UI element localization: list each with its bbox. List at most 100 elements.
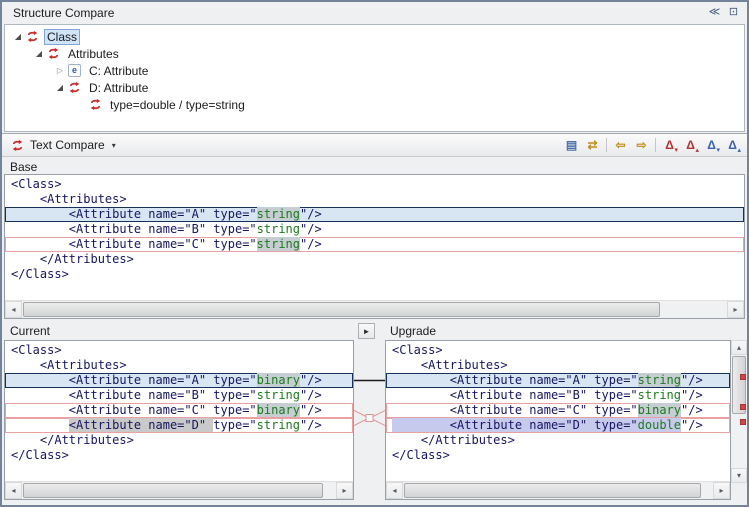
text-compare-header: Text Compare ▾ ▤⇄⇦⇨Δ▾Δ▴Δ▾Δ▴ — [2, 133, 747, 157]
scroll-up-button[interactable]: ▴ — [731, 340, 747, 355]
scrollbar-thumb[interactable] — [23, 483, 323, 498]
next-change-icon[interactable]: Δ▾ — [701, 136, 722, 155]
scroll-right-icon: ▸ — [342, 486, 346, 495]
scrollbar-track[interactable] — [22, 482, 336, 499]
ancestor-pane-toggle-icon[interactable]: ▤ — [561, 136, 582, 155]
scroll-right-button[interactable]: ▸ — [713, 482, 730, 499]
scroll-left-button[interactable]: ◂ — [5, 301, 22, 318]
vertical-scrollbar[interactable]: ▴ ▾ — [731, 340, 747, 483]
previous-change-icon[interactable]: Δ▴ — [722, 136, 743, 155]
code-line[interactable]: <Attribute name="A" type="binary"/> — [5, 373, 353, 388]
code-line[interactable]: <Attributes> — [5, 358, 353, 373]
tree-item-attributes[interactable]: ◢Attributes — [5, 45, 744, 62]
diff-connector-graphic — [354, 340, 385, 481]
code-line[interactable]: </Class> — [386, 448, 730, 463]
scrollbar-track[interactable] — [403, 482, 713, 499]
expander-collapsed-icon[interactable]: ▷ — [53, 66, 67, 75]
code-line[interactable]: </Attributes> — [5, 252, 744, 267]
code-line[interactable]: </Attributes> — [386, 433, 730, 448]
scroll-left-button[interactable]: ◂ — [5, 482, 22, 499]
structure-compare-actions: ≪ ⊡ — [706, 3, 742, 20]
code-line[interactable]: <Class> — [5, 343, 353, 358]
scroll-right-icon: ▸ — [719, 486, 723, 495]
scroll-down-icon: ▾ — [737, 471, 741, 480]
compare-window: Structure Compare ≪ ⊡ ◢Class◢Attributes▷… — [0, 0, 749, 507]
toolbar-separator — [606, 138, 607, 152]
tree-item-d-attribute[interactable]: ◢ D: Attribute — [5, 79, 744, 96]
upgrade-horizontal-scrollbar[interactable]: ◂ ▸ — [386, 481, 730, 499]
scrollbar-thumb[interactable] — [404, 483, 701, 498]
current-horizontal-scrollbar[interactable]: ◂ ▸ — [5, 481, 353, 499]
base-pane-label: Base — [10, 160, 37, 174]
scroll-left-button[interactable]: ◂ — [386, 482, 403, 499]
code-line[interactable]: <Attributes> — [5, 192, 744, 207]
merge-direction-button[interactable]: ► — [358, 323, 375, 339]
expander-expanded-icon[interactable]: ◢ — [53, 83, 67, 92]
code-line[interactable]: <Class> — [5, 177, 744, 192]
scroll-down-button[interactable]: ▾ — [731, 468, 747, 483]
code-line[interactable]: </Class> — [5, 267, 744, 282]
current-pane: <Class> <Attributes> <Attribute name="A"… — [4, 340, 354, 500]
previous-difference-icon[interactable]: Δ▴ — [680, 136, 701, 155]
current-code-area[interactable]: <Class> <Attributes> <Attribute name="A"… — [5, 341, 353, 482]
text-compare-toolbar: ▤⇄⇦⇨Δ▾Δ▴Δ▾Δ▴ — [561, 136, 743, 155]
scroll-left-icon: ◂ — [392, 486, 396, 495]
dropdown-arrow-icon[interactable]: ▾ — [112, 141, 116, 150]
tree-item-label: C: Attribute — [86, 63, 151, 79]
code-line[interactable]: <Attribute name="A" type="string"/> — [5, 207, 744, 222]
diff-red-icon — [10, 139, 25, 152]
base-pane: <Class> <Attributes> <Attribute name="A"… — [4, 174, 745, 319]
restore-panel-button[interactable]: ⊡ — [725, 3, 742, 20]
scroll-left-icon: ◂ — [11, 305, 15, 314]
base-code-area[interactable]: <Class> <Attributes> <Attribute name="A"… — [5, 175, 744, 301]
scroll-right-button[interactable]: ▸ — [336, 482, 353, 499]
overview-diff-mark[interactable] — [740, 419, 746, 425]
tree-item-label: D: Attribute — [86, 80, 151, 96]
base-horizontal-scrollbar[interactable]: ◂ ▸ — [5, 300, 744, 318]
collapse-panel-button[interactable]: ≪ — [706, 3, 723, 20]
upgrade-code-area[interactable]: <Class> <Attributes> <Attribute name="A"… — [386, 341, 730, 482]
scrollbar-track[interactable] — [22, 301, 727, 318]
copy-change-left-icon[interactable]: ⇦ — [610, 136, 631, 155]
scroll-right-button[interactable]: ▸ — [727, 301, 744, 318]
code-line[interactable]: <Attributes> — [386, 358, 730, 373]
code-line[interactable]: <Attribute name="B" type="string"/> — [386, 388, 730, 403]
e-badge-icon: e — [67, 64, 82, 77]
copy-change-right-icon[interactable]: ⇨ — [631, 136, 652, 155]
scrollbar-track[interactable] — [731, 355, 747, 468]
code-line[interactable]: <Attribute name="D" type="string"/> — [5, 418, 353, 433]
code-line[interactable]: <Attribute name="B" type="string"/> — [5, 388, 353, 403]
code-line[interactable]: <Attribute name="C" type="binary"/> — [5, 403, 353, 418]
tree-item-type-double-type-string[interactable]: type=double / type=string — [5, 96, 744, 113]
scroll-up-icon: ▴ — [737, 343, 741, 352]
next-difference-icon[interactable]: Δ▾ — [659, 136, 680, 155]
diff-red-icon — [67, 81, 82, 94]
code-line[interactable]: <Attribute name="C" type="string"/> — [5, 237, 744, 252]
text-compare-menu[interactable]: Text Compare ▾ — [10, 138, 116, 152]
structure-compare-tree[interactable]: ◢Class◢Attributes ▷e C: Attribute ◢ D: Attri… — [4, 24, 745, 132]
expander-expanded-icon[interactable]: ◢ — [32, 49, 46, 58]
scroll-left-icon: ◂ — [11, 486, 15, 495]
code-line[interactable]: <Class> — [386, 343, 730, 358]
scroll-right-icon: ▸ — [733, 305, 737, 314]
upgrade-vertical-scrollbar[interactable]: ▴ ▾ — [731, 340, 747, 500]
code-line[interactable]: </Attributes> — [5, 433, 353, 448]
overview-diff-mark[interactable] — [740, 404, 746, 410]
code-line[interactable]: <Attribute name="B" type="string"/> — [5, 222, 744, 237]
text-compare-title: Text Compare — [30, 138, 105, 152]
copy-all-changes-icon[interactable]: ⇄ — [582, 136, 603, 155]
code-line[interactable]: </Class> — [5, 448, 353, 463]
tree-item-c-attribute[interactable]: ▷e C: Attribute — [5, 62, 744, 79]
code-line[interactable]: <Attribute name="A" type="string"/> — [386, 373, 730, 388]
code-line[interactable]: <Attribute name="C" type="binary"/> — [386, 403, 730, 418]
tree-item-class[interactable]: ◢Class — [5, 28, 744, 45]
tree-item-label: type=double / type=string — [107, 97, 248, 113]
overview-diff-mark[interactable] — [740, 374, 746, 380]
expander-expanded-icon[interactable]: ◢ — [11, 32, 25, 41]
structure-compare-header: Structure Compare ≪ ⊡ — [2, 2, 747, 23]
toolbar-separator — [655, 138, 656, 152]
code-line[interactable]: <Attribute name="D" type="double"/> — [386, 418, 730, 433]
merge-direction-icon: ► — [363, 327, 371, 336]
diff-red-icon — [88, 98, 103, 111]
scrollbar-thumb[interactable] — [23, 302, 660, 317]
